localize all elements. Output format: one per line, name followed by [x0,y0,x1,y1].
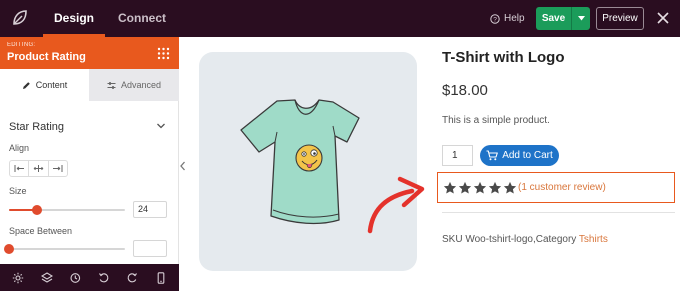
preview-button[interactable]: Preview [596,7,644,30]
svg-text:?: ? [493,16,497,23]
size-slider-handle[interactable] [32,205,42,215]
grid-dots-icon[interactable] [157,47,170,60]
star-rating [443,181,517,195]
divider [442,212,675,213]
product-image [199,52,417,271]
mobile-icon[interactable] [155,271,167,284]
align-right-button[interactable] [49,161,67,176]
layers-icon[interactable] [40,271,53,284]
product-price: $18.00 [442,82,488,99]
align-center-button[interactable] [29,161,49,176]
align-button-group [9,160,68,177]
align-center-icon [33,165,44,172]
save-dropdown-toggle[interactable] [571,7,590,30]
undo-icon[interactable] [98,272,110,284]
product-description: This is a simple product. [442,115,550,126]
bottom-toolbar [0,264,179,291]
size-input[interactable]: 24 [133,201,167,218]
star-icon [473,181,487,194]
help-circle-icon: ? [490,13,500,24]
tab-advanced[interactable]: Advanced [89,69,179,101]
history-icon[interactable] [69,272,81,284]
product-meta: SKU Woo-tshirt-logo,Category Tshirts [442,234,608,245]
sidebar-tabs: Content Advanced [0,69,179,101]
product-title: T-Shirt with Logo [442,49,565,66]
cart-icon [486,150,499,161]
size-label: Size [9,186,27,196]
module-title: Product Rating [7,51,86,63]
tab-advanced-label: Advanced [120,80,162,90]
product-rating-module[interactable]: (1 customer review) [437,172,675,203]
save-button[interactable]: Save [536,7,590,30]
space-between-label: Space Between [9,226,73,236]
add-to-cart-label: Add to Cart [502,150,553,161]
align-left-button[interactable] [10,161,30,176]
save-label: Save [541,13,566,24]
align-right-icon [53,165,63,172]
align-label: Align [9,143,30,153]
space-between-input[interactable] [133,240,167,257]
sliders-icon [107,81,116,89]
editing-label: EDITING: [7,42,36,48]
caret-down-icon [577,16,585,21]
module-header: EDITING: Product Rating [0,37,179,69]
editor-sidebar: EDITING: Product Rating Content Advanced [0,37,179,291]
top-bar: Design Connect ? Help Save Preview [0,0,680,37]
tab-content[interactable]: Content [0,69,89,101]
tab-design[interactable]: Design [43,0,105,37]
star-icon [443,181,457,194]
tab-connect[interactable]: Connect [118,0,166,37]
pencil-icon [22,81,30,89]
star-icon [503,181,517,194]
star-icon [458,181,472,194]
customer-review-link[interactable]: (1 customer review) [518,182,606,193]
tab-content-label: Content [35,80,68,90]
category-link[interactable]: Tshirts [579,234,608,245]
collapse-sidebar-icon[interactable] [179,160,187,172]
annotation-arrow [367,176,425,234]
help-button[interactable]: ? Help [490,0,525,37]
help-label: Help [504,13,525,24]
section-title-star-rating[interactable]: Star Rating [9,121,64,133]
space-slider-handle[interactable] [4,244,14,254]
space-between-slider[interactable] [4,244,125,254]
space-slider-track [9,248,125,250]
quantity-input[interactable]: 1 [442,145,473,166]
size-slider[interactable] [9,205,125,215]
align-left-icon [14,165,24,172]
sku-text: SKU Woo-tshirt-logo,Category [442,234,579,245]
add-to-cart-button[interactable]: Add to Cart [480,145,559,166]
star-icon [488,181,502,194]
chevron-down-icon[interactable] [156,121,166,131]
seedprod-leaf-icon[interactable] [10,8,30,28]
tshirt-image [240,99,360,225]
settings-icon[interactable] [12,272,24,284]
close-icon[interactable] [654,9,672,27]
redo-icon[interactable] [126,272,138,284]
